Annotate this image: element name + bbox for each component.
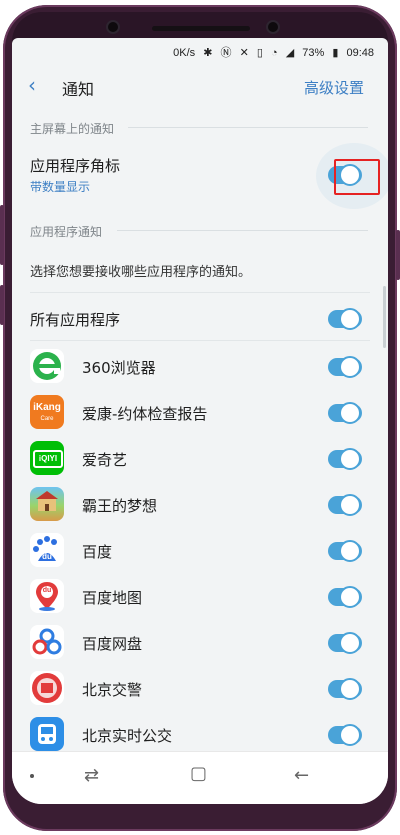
section-heading-home: 主屏幕上的通知: [30, 122, 115, 136]
clock: 09:48: [346, 47, 374, 59]
app-toggle[interactable]: [328, 448, 362, 470]
iqiyi-icon: iQIYI: [30, 441, 64, 475]
list-divider: [30, 292, 370, 293]
baidu-map-icon: du: [30, 579, 64, 613]
battery-icon: ▮: [332, 47, 339, 59]
navigation-bar: ⇄ ▢ ←: [12, 751, 388, 804]
toggle-knob: [339, 402, 361, 424]
battery-level: 73%: [302, 47, 325, 59]
toggle-knob: [339, 448, 361, 470]
sensor-icon: [268, 22, 278, 32]
front-camera-icon: [108, 22, 118, 32]
nfc-icon: Ⓝ: [220, 47, 232, 59]
section-heading-apps: 应用程序通知: [30, 225, 103, 239]
section-description: 选择您想要接收哪些应用程序的通知。: [30, 265, 252, 280]
recent-apps-icon[interactable]: ⇄: [84, 766, 99, 786]
bus-icon: [30, 717, 64, 751]
power-button: [396, 230, 400, 280]
list-item[interactable]: 北京交警: [12, 666, 388, 712]
app-toggle[interactable]: [328, 356, 362, 378]
list-item[interactable]: du 百度地图: [12, 574, 388, 620]
bluetooth-icon: ✱: [203, 47, 213, 59]
header: ‹ 通知 高级设置: [12, 62, 388, 112]
ikang-icon: iKang Care: [30, 395, 64, 429]
app-name: 百度地图: [82, 589, 143, 607]
toggle-knob: [339, 586, 361, 608]
app-name: 北京交警: [82, 681, 143, 699]
baidu-netdisk-icon: [30, 625, 64, 659]
list-item[interactable]: 360浏览器: [12, 344, 388, 390]
all-apps-toggle[interactable]: [328, 308, 362, 330]
app-name: 百度网盘: [82, 635, 143, 653]
section-divider: [128, 127, 368, 128]
iqiyi-logo-text: iQIYI: [33, 450, 63, 468]
network-speed: 0K/s: [173, 47, 196, 59]
highlight-box: [334, 159, 380, 195]
all-apps-label[interactable]: 所有应用程序: [30, 309, 120, 330]
toggle-knob: [339, 494, 361, 516]
baidu-icon: du: [30, 533, 64, 567]
earpiece-speaker: [152, 26, 250, 31]
phone-device: 0K/s ✱ Ⓝ ✕ ▯ ◔ ◢ 73% ▮ 09:48 ‹ 通知 高级设置 主…: [0, 0, 400, 835]
app-name: 百度: [82, 543, 113, 561]
scrollbar[interactable]: [383, 286, 386, 348]
list-item[interactable]: du 百度: [12, 528, 388, 574]
list-item[interactable]: 霸王的梦想: [12, 482, 388, 528]
toggle-knob: [339, 724, 361, 746]
list-item[interactable]: iQIYI 爱奇艺: [12, 436, 388, 482]
app-name: 霸王的梦想: [82, 497, 158, 515]
back-arrow-icon[interactable]: ‹: [28, 75, 36, 95]
sim-icon: ▯: [256, 47, 263, 59]
app-toggle[interactable]: [328, 678, 362, 700]
app-name: 北京实时公交: [82, 727, 173, 745]
app-name: 360浏览器: [82, 359, 156, 377]
app-name: 爱康-约体检查报告: [82, 405, 208, 423]
list-divider: [30, 340, 370, 341]
section-divider: [117, 230, 368, 231]
toggle-knob: [339, 678, 361, 700]
ikang-logo-text: iKang: [33, 402, 61, 413]
ikang-logo-subtext: Care: [40, 416, 54, 422]
nav-indicator-icon: [30, 774, 34, 778]
bixby-button: [0, 285, 4, 325]
toggle-knob: [339, 632, 361, 654]
app-toggle[interactable]: [328, 586, 362, 608]
app-toggle[interactable]: [328, 724, 362, 746]
toggle-knob: [339, 540, 361, 562]
app-name: 爱奇艺: [82, 451, 128, 469]
signal-icon: ◢: [285, 47, 295, 59]
wifi-icon: ◔: [271, 47, 278, 59]
home-button-icon[interactable]: ▢: [190, 764, 207, 784]
app-toggle[interactable]: [328, 402, 362, 424]
status-bar: 0K/s ✱ Ⓝ ✕ ▯ ◔ ◢ 73% ▮ 09:48: [12, 38, 388, 62]
volume-button: [0, 205, 4, 265]
list-item[interactable]: 百度网盘: [12, 620, 388, 666]
list-item[interactable]: iKang Care 爱康-约体检查报告: [12, 390, 388, 436]
baidu-map-logo-text: du: [42, 587, 52, 594]
toggle-knob: [339, 356, 361, 378]
advanced-settings-link[interactable]: 高级设置: [304, 77, 364, 98]
game-icon: [30, 487, 64, 521]
back-button-icon[interactable]: ←: [294, 766, 309, 786]
app-toggle[interactable]: [328, 540, 362, 562]
toggle-knob: [339, 308, 361, 330]
baidu-logo-text: du: [42, 552, 52, 561]
screen: 0K/s ✱ Ⓝ ✕ ▯ ◔ ◢ 73% ▮ 09:48 ‹ 通知 高级设置 主…: [12, 38, 388, 804]
silent-icon: ✕: [239, 47, 249, 59]
badge-setting-title[interactable]: 应用程序角标: [30, 155, 120, 176]
browser-360-icon: [30, 349, 64, 383]
app-toggle[interactable]: [328, 632, 362, 654]
page-title: 通知: [62, 80, 95, 99]
app-toggle[interactable]: [328, 494, 362, 516]
beijing-police-icon: [30, 671, 64, 705]
badge-setting-subtitle[interactable]: 带数量显示: [30, 178, 90, 195]
